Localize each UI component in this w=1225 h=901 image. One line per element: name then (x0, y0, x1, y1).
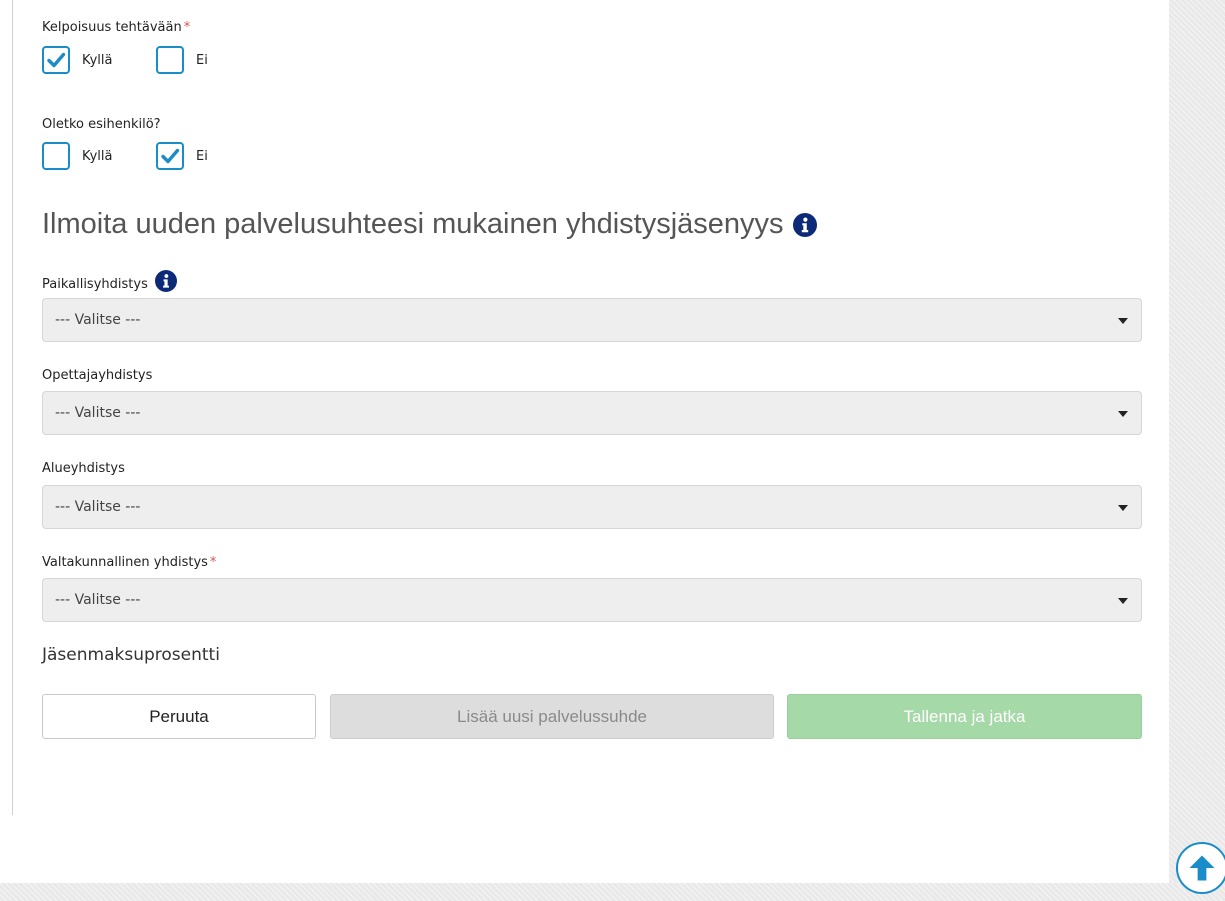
info-icon[interactable] (792, 212, 817, 237)
supervisor-yes-label: Kyllä (82, 148, 113, 164)
supervisor-label-text: Oletko esihenkilö? (42, 117, 161, 132)
national-association-label-text: Valtakunnallinen yhdistys (42, 555, 208, 570)
qualification-no-checkbox[interactable] (156, 46, 184, 74)
page-side-background (1169, 0, 1225, 901)
membership-fee-percentage-label: Jäsenmaksuprosentti (42, 645, 220, 665)
qualification-yes-checkbox[interactable] (42, 46, 70, 74)
regional-association-select-value: --- Valitse --- (55, 499, 141, 515)
local-association-select-value: --- Valitse --- (55, 312, 141, 328)
regional-association-select[interactable]: --- Valitse --- (42, 485, 1142, 529)
qualification-no-option[interactable]: Ei (156, 46, 208, 74)
qualification-label-text: Kelpoisuus tehtävään (42, 20, 182, 35)
supervisor-no-label: Ei (196, 148, 208, 164)
regional-association-label: Alueyhdistys (42, 461, 125, 476)
page-footer-background (0, 883, 1225, 901)
caret-down-icon (1118, 598, 1128, 604)
supervisor-label: Oletko esihenkilö? (42, 117, 161, 132)
required-mark: * (183, 20, 191, 35)
teacher-association-select-value: --- Valitse --- (55, 405, 141, 421)
regional-association-label-text: Alueyhdistys (42, 461, 125, 476)
checkmark-icon (47, 52, 66, 68)
national-association-select[interactable]: --- Valitse --- (42, 578, 1142, 622)
info-icon[interactable] (154, 270, 177, 292)
national-association-select-value: --- Valitse --- (55, 592, 141, 608)
caret-down-icon (1118, 505, 1128, 511)
content-left-border (12, 0, 13, 815)
teacher-association-label-text: Opettajayhdistys (42, 368, 153, 383)
qualification-label: Kelpoisuus tehtävään * (42, 20, 190, 35)
national-association-label: Valtakunnallinen yhdistys * (42, 555, 216, 570)
save-and-continue-button[interactable]: Tallenna ja jatka (787, 694, 1142, 739)
local-association-select[interactable]: --- Valitse --- (42, 298, 1142, 342)
arrow-up-icon (1189, 855, 1215, 881)
checkmark-icon (161, 148, 180, 164)
local-association-label: Paikallisyhdistys (42, 270, 177, 292)
local-association-label-text: Paikallisyhdistys (42, 276, 148, 292)
back-to-top-button[interactable] (1176, 842, 1225, 894)
teacher-association-label: Opettajayhdistys (42, 368, 152, 383)
section-title: Ilmoita uuden palvelusuhteesi mukainen y… (42, 208, 817, 241)
qualification-yes-label: Kyllä (82, 52, 113, 68)
qualification-yes-option[interactable]: Kyllä (42, 46, 112, 74)
section-title-text: Ilmoita uuden palvelusuhteesi mukainen y… (42, 208, 784, 240)
supervisor-yes-option[interactable]: Kyllä (42, 142, 112, 170)
supervisor-no-option[interactable]: Ei (156, 142, 208, 170)
add-service-relationship-button[interactable]: Lisää uusi palvelussuhde (330, 694, 774, 739)
supervisor-no-checkbox[interactable] (156, 142, 184, 170)
required-mark: * (209, 555, 217, 570)
caret-down-icon (1118, 318, 1128, 324)
teacher-association-select[interactable]: --- Valitse --- (42, 391, 1142, 435)
cancel-button[interactable]: Peruuta (42, 694, 316, 739)
supervisor-yes-checkbox[interactable] (42, 142, 70, 170)
caret-down-icon (1118, 411, 1128, 417)
qualification-no-label: Ei (196, 52, 208, 68)
